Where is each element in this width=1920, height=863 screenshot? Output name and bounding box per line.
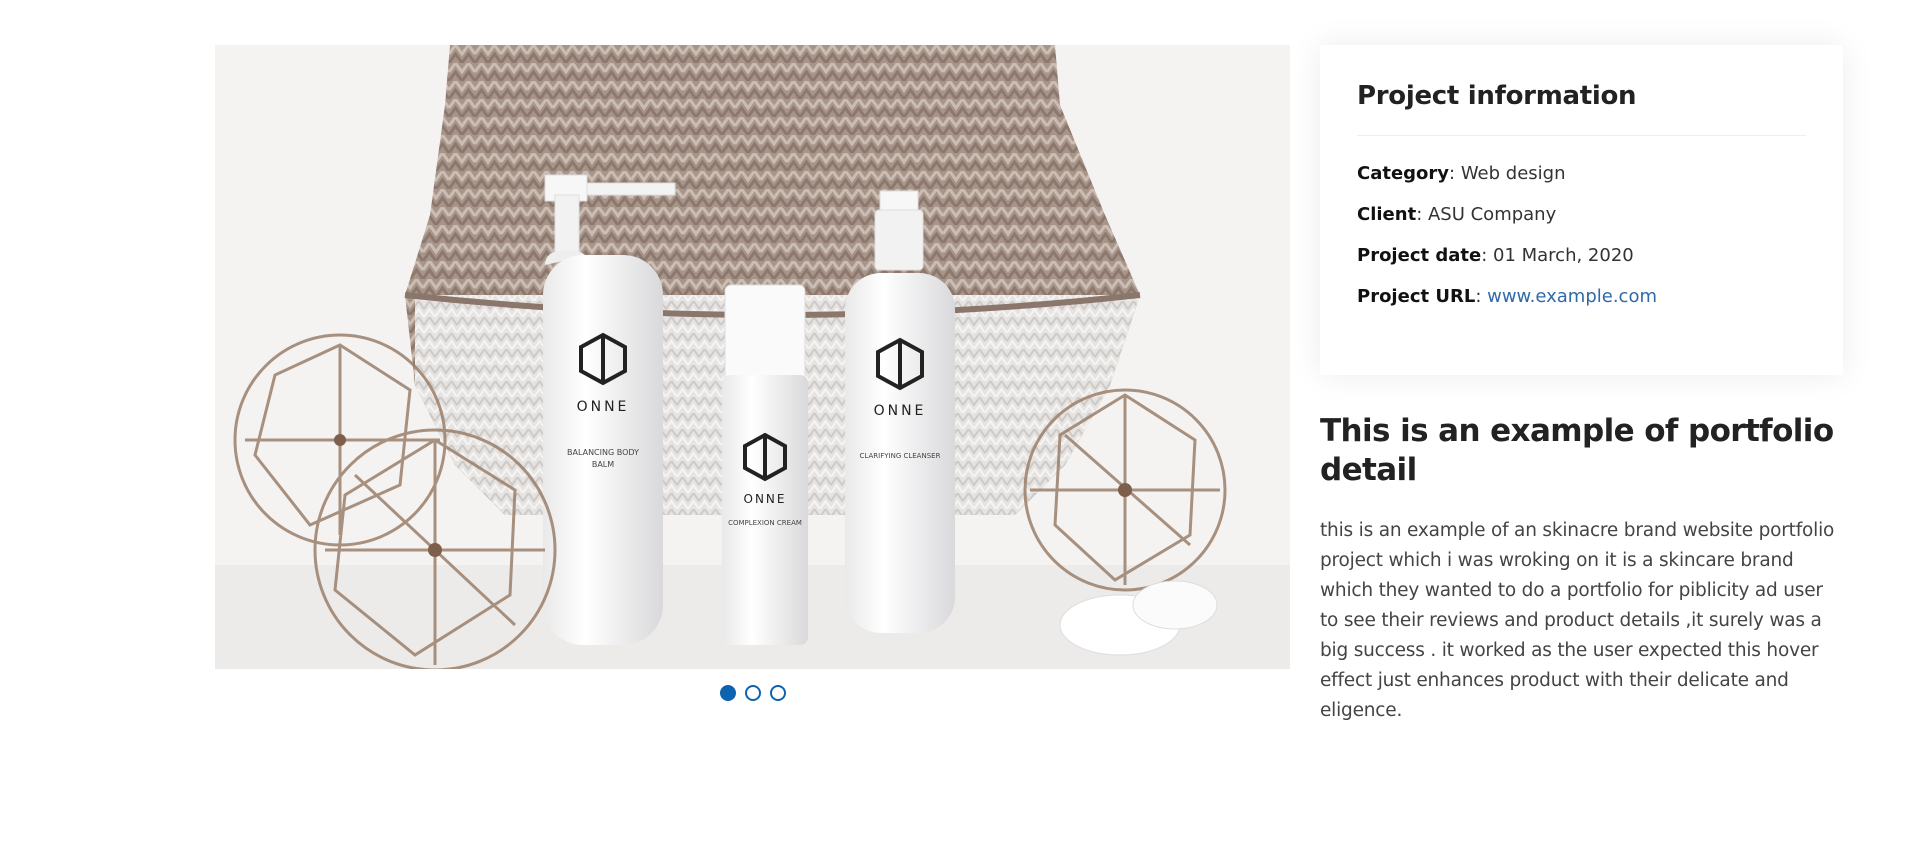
project-info-client: Client: ASU Company [1357,203,1806,227]
project-info-date: Project date: 01 March, 2020 [1357,244,1806,268]
project-url-label: Project URL [1357,286,1476,307]
portfolio-description-text: this is an example of an skinacre brand … [1320,520,1835,721]
svg-text:COMPLEXION CREAM: COMPLEXION CREAM [728,519,802,527]
project-url-separator: : [1475,286,1488,307]
project-info-url: Project URL: www.example.com [1357,285,1806,309]
pagination-dot-1[interactable] [719,685,736,701]
slider-pagination [215,683,1290,703]
svg-text:ONNE: ONNE [744,492,787,506]
project-url-link[interactable]: www.example.com [1487,286,1657,307]
project-date-label: Project date [1357,245,1482,266]
project-info-list: Category: Web design Client: ASU Company… [1357,162,1806,309]
project-info-card: Project information Category: Web design… [1320,45,1843,375]
svg-text:BALANCING BODY: BALANCING BODY [567,448,639,457]
category-value: : Web design [1449,163,1566,184]
svg-text:ONNE: ONNE [577,399,630,415]
portfolio-description: This is an example of portfolio detail t… [1320,412,1840,726]
svg-text:ONNE: ONNE [874,403,927,419]
project-info-title: Project information [1357,81,1806,136]
slide-image: ONNE BALANCING BODY BALM ONNE COMPLEXION… [215,45,1290,669]
skincare-products-photo: ONNE BALANCING BODY BALM ONNE COMPLEXION… [215,45,1290,669]
client-value: : ASU Company [1416,204,1557,225]
category-label: Category [1357,163,1450,184]
pagination-dot-3[interactable] [769,685,786,701]
client-label: Client [1357,204,1417,225]
portfolio-slider[interactable]: ONNE BALANCING BODY BALM ONNE COMPLEXION… [215,45,1290,701]
project-date-value: : 01 March, 2020 [1481,245,1634,266]
portfolio-description-title: This is an example of portfolio detail [1320,413,1834,488]
portfolio-details-page: ONNE BALANCING BODY BALM ONNE COMPLEXION… [0,0,1920,863]
svg-text:CLARIFYING CLEANSER: CLARIFYING CLEANSER [860,452,941,460]
pagination-dot-2[interactable] [744,685,761,701]
project-info-category: Category: Web design [1357,162,1806,186]
svg-text:BALM: BALM [592,460,614,469]
